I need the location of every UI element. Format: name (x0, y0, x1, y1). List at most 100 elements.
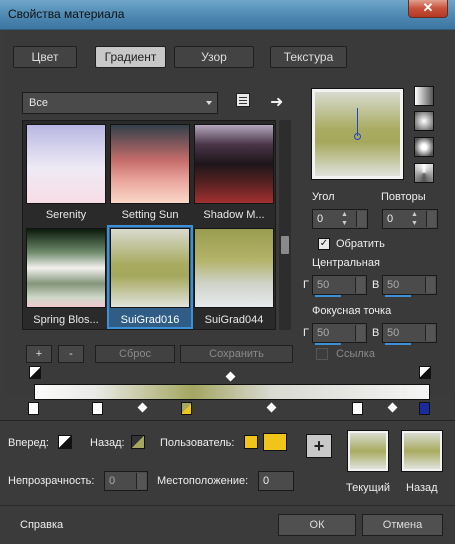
color-midpoint[interactable] (266, 402, 277, 413)
repeats-input[interactable]: 0 ▲ ▼ (382, 209, 438, 229)
chevron-down-icon[interactable] (356, 211, 366, 227)
focal-h-label: Г (303, 327, 309, 339)
value-indicator (315, 295, 341, 297)
help-link[interactable]: Справка (20, 519, 63, 531)
center-v-value: 50 (387, 279, 400, 291)
user-color-swatch[interactable] (244, 435, 258, 449)
color-stop[interactable] (352, 402, 363, 415)
value-indicator (385, 295, 411, 297)
color-stop[interactable] (92, 402, 103, 415)
reset-button[interactable]: Сброс (95, 345, 175, 363)
center-v-input[interactable]: 50 (382, 275, 437, 297)
gradient-grid: Serenity Setting Sun Shadow M... Spring … (22, 120, 276, 330)
back-label: Назад: (90, 437, 125, 449)
chevron-down-icon[interactable] (425, 325, 435, 341)
chevron-down-icon[interactable] (426, 211, 436, 227)
position-value: 0 (263, 475, 270, 487)
center-h-label: Г (303, 279, 309, 291)
previous-gradient-swatch[interactable] (401, 430, 443, 472)
invert-label: Обратить (336, 238, 385, 250)
position-label: Местоположение: (157, 475, 249, 487)
category-dropdown[interactable]: Все (22, 92, 218, 114)
opacity-input[interactable]: 0 (104, 471, 148, 491)
focal-v-input[interactable]: 50 (382, 323, 437, 345)
linear-style-icon[interactable] (414, 86, 434, 106)
color-stop[interactable] (28, 402, 39, 415)
repeats-label: Повторы (381, 191, 426, 203)
focal-label: Фокусная точка (312, 305, 392, 317)
angle-line (357, 108, 358, 136)
center-v-label: В (372, 279, 380, 291)
repeats-value: 0 (387, 213, 394, 225)
document-list-icon[interactable] (236, 93, 250, 107)
color-midpoint[interactable] (387, 402, 398, 413)
angle-input[interactable]: 0 ▲ ▼ (312, 209, 368, 229)
link-checkbox[interactable] (316, 348, 328, 360)
spin-arrows-icon[interactable]: ▲ ▼ (411, 210, 423, 228)
value-indicator (385, 343, 411, 345)
focal-v-label: В (372, 327, 380, 339)
gradient-label: Serenity (45, 209, 87, 221)
color-stop-selected[interactable] (181, 402, 192, 415)
chevron-down-icon[interactable] (425, 277, 435, 293)
opacity-label: Непрозрачность: (8, 475, 95, 487)
radial-style-icon[interactable] (414, 137, 434, 157)
foreground-stop-swatch[interactable] (58, 435, 72, 449)
scrollbar-thumb[interactable] (281, 236, 289, 254)
current-gradient-swatch[interactable] (347, 430, 389, 472)
rectangular-style-icon[interactable] (414, 111, 434, 131)
current-label: Текущий (346, 482, 390, 494)
current-gradient-fill (350, 433, 386, 469)
chevron-down-icon (206, 101, 212, 105)
focal-h-input[interactable]: 50 (312, 323, 367, 345)
user-label: Пользователь: (160, 437, 235, 449)
focal-v-value: 50 (387, 327, 400, 339)
background-stop-swatch[interactable] (131, 435, 145, 449)
gradient-label: Setting Sun (121, 209, 179, 221)
user-color-picker[interactable] (263, 433, 287, 451)
ok-button[interactable]: ОК (278, 514, 356, 536)
spin-arrows-icon[interactable]: ▲ ▼ (341, 210, 353, 228)
remove-gradient-button[interactable]: - (58, 345, 84, 363)
opacity-stop-right[interactable] (419, 366, 431, 379)
chevron-down-icon[interactable] (355, 277, 365, 293)
position-input[interactable]: 0 (258, 471, 294, 491)
gradient-thumb-suigrad044[interactable] (194, 228, 274, 308)
opacity-value: 0 (109, 475, 116, 487)
focal-h-value: 50 (317, 327, 330, 339)
gradient-editor-bar[interactable] (34, 384, 430, 400)
center-h-input[interactable]: 50 (312, 275, 367, 297)
tab-color[interactable]: Цвет (13, 46, 77, 68)
color-stop[interactable] (419, 402, 430, 415)
gradient-thumb-spring[interactable] (26, 228, 106, 308)
opacity-stop-left[interactable] (29, 366, 41, 379)
gradient-thumb-setting-sun[interactable] (110, 124, 190, 204)
tab-texture[interactable]: Текстура (270, 46, 347, 68)
window-title: Свойства материала (8, 7, 125, 21)
angle-value: 0 (317, 213, 324, 225)
chevron-down-icon[interactable] (355, 325, 365, 341)
sunburst-style-icon[interactable] (414, 163, 434, 183)
color-midpoint[interactable] (137, 402, 148, 413)
gradient-label: Spring Blos... (33, 314, 99, 326)
forward-label: Вперед: (8, 437, 49, 449)
grid-scrollbar[interactable] (279, 120, 291, 330)
add-stop-button[interactable]: + (306, 434, 332, 458)
gradient-thumb-serenity[interactable] (26, 124, 106, 204)
center-h-value: 50 (317, 279, 330, 291)
tab-gradient[interactable]: Градиент (95, 46, 166, 68)
close-button[interactable]: ✕ (408, 0, 448, 18)
chevron-down-icon[interactable] (136, 473, 146, 489)
invert-checkbox[interactable]: ✓ (318, 238, 330, 250)
save-gradient-button[interactable]: Сохранить (180, 345, 293, 363)
gradient-thumb-shadow[interactable] (194, 124, 274, 204)
tab-pattern[interactable]: Узор (174, 46, 254, 68)
add-gradient-button[interactable]: + (26, 345, 52, 363)
angle-label: Угол (312, 191, 335, 203)
angle-handle-icon[interactable] (354, 133, 361, 140)
cancel-button[interactable]: Отмена (362, 514, 443, 536)
divider (0, 505, 455, 506)
gradient-label: Shadow M... (203, 209, 265, 221)
arrow-right-icon[interactable]: ➜ (270, 92, 283, 112)
gradient-thumb-suigrad016[interactable] (110, 228, 190, 308)
